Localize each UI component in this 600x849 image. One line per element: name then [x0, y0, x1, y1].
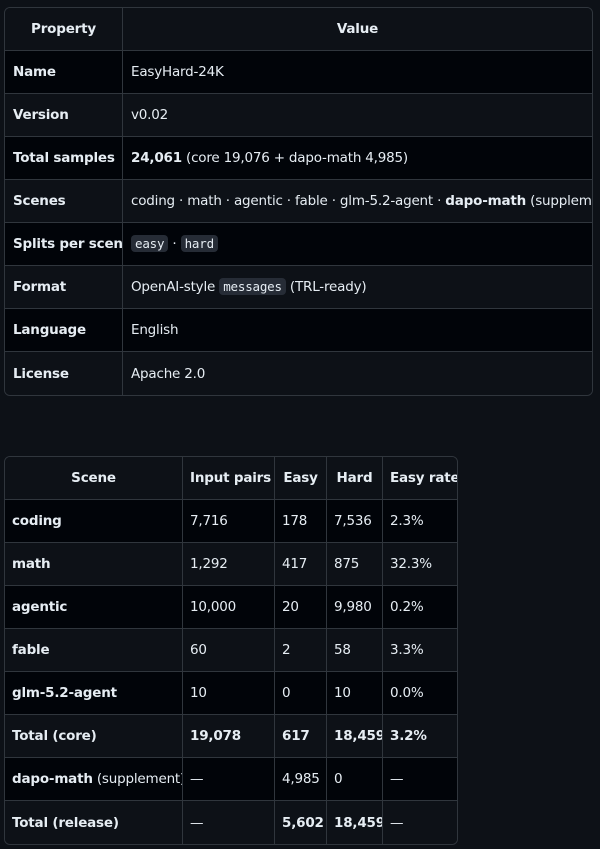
easy-cell: 178 [275, 500, 327, 543]
hard-cell: 875 [327, 543, 383, 586]
scenes-list: coding · math · agentic · fable · glm-5.… [131, 193, 446, 209]
split-hard-code: hard [180, 235, 218, 252]
hard-cell: 58 [327, 629, 383, 672]
hard-cell: 0 [327, 758, 383, 801]
split-easy-code: easy [131, 235, 169, 252]
input-pairs-cell: 60 [183, 629, 275, 672]
table-row: coding 7,716 178 7,536 2.3% [5, 500, 457, 543]
table-row: glm-5.2-agent 10 0 10 0.0% [5, 672, 457, 715]
property-key: Language [5, 309, 123, 352]
property-value: Apache 2.0 [123, 352, 592, 395]
easy-rate-cell: — [383, 758, 457, 801]
table-row: agentic 10,000 20 9,980 0.2% [5, 586, 457, 629]
format-messages-code: messages [219, 278, 286, 295]
total-samples-breakdown: (core 19,076 + dapo-math 4,985) [181, 150, 408, 166]
easy-cell: 20 [275, 586, 327, 629]
table-row: math 1,292 417 875 32.3% [5, 543, 457, 586]
table-header-row: Scene Input pairs Easy Hard Easy rate [5, 457, 457, 500]
column-header-scene: Scene [5, 457, 183, 500]
scene-name: Total (release) [5, 801, 183, 844]
property-value: 24,061 (core 19,076 + dapo-math 4,985) [123, 137, 592, 180]
table-row: Total samples 24,061 (core 19,076 + dapo… [5, 137, 592, 180]
total-samples-count: 24,061 [131, 150, 182, 166]
easy-cell: 5,602 [275, 801, 327, 844]
table-row: Version v0.02 [5, 94, 592, 137]
easy-cell: 2 [275, 629, 327, 672]
property-key: Total samples [5, 137, 123, 180]
column-header-hard: Hard [327, 457, 383, 500]
property-key: Name [5, 51, 123, 94]
input-pairs-cell: 10,000 [183, 586, 275, 629]
property-key: Format [5, 266, 123, 309]
easy-rate-cell: 3.3% [383, 629, 457, 672]
input-pairs-cell: 7,716 [183, 500, 275, 543]
scene-stats-table: Scene Input pairs Easy Hard Easy rate co… [4, 456, 458, 845]
scene-name: Total (core) [5, 715, 183, 758]
format-suffix: (TRL-ready) [285, 279, 367, 295]
scene-name: coding [5, 500, 183, 543]
input-pairs-cell: — [183, 758, 275, 801]
easy-cell: 0 [275, 672, 327, 715]
table-row: License Apache 2.0 [5, 352, 592, 395]
scene-name: math [5, 543, 183, 586]
format-prefix: OpenAI-style [131, 279, 220, 295]
supplement-note: (supplement) [530, 193, 592, 209]
easy-rate-cell: 2.3% [383, 500, 457, 543]
scene-note: (supplement) [92, 771, 183, 787]
input-pairs-cell: 19,078 [183, 715, 275, 758]
property-value: English [123, 309, 592, 352]
table-row: Name EasyHard-24K [5, 51, 592, 94]
scene-name: glm-5.2-agent [5, 672, 183, 715]
property-key: Version [5, 94, 123, 137]
supplement-scene: dapo-math [445, 193, 527, 209]
easy-rate-cell: 3.2% [383, 715, 457, 758]
easy-cell: 417 [275, 543, 327, 586]
input-pairs-cell: 10 [183, 672, 275, 715]
hard-cell: 9,980 [327, 586, 383, 629]
hard-cell: 10 [327, 672, 383, 715]
property-value: v0.02 [123, 94, 592, 137]
dataset-properties-table: Property Value Name EasyHard-24K Version… [4, 7, 593, 396]
easy-rate-cell: — [383, 801, 457, 844]
property-key: Scenes [5, 180, 123, 223]
scene-name: fable [5, 629, 183, 672]
scene-name-cell: dapo-math (supplement) [5, 758, 183, 801]
scene-name: agentic [5, 586, 183, 629]
easy-rate-cell: 0.0% [383, 672, 457, 715]
hard-cell: 7,536 [327, 500, 383, 543]
table-row: dapo-math (supplement) — 4,985 0 — [5, 758, 457, 801]
table-row-total-core: Total (core) 19,078 617 18,459 3.2% [5, 715, 457, 758]
column-header-easy: Easy [275, 457, 327, 500]
table-row-total-release: Total (release) — 5,602 18,459 — [5, 801, 457, 844]
easy-cell: 4,985 [275, 758, 327, 801]
table-header-row: Property Value [5, 8, 592, 51]
table-row: Splits per scene easy · hard [5, 223, 592, 266]
column-header-input-pairs: Input pairs [183, 457, 275, 500]
column-header-property: Property [5, 8, 123, 51]
column-header-value: Value [123, 8, 592, 51]
easy-cell: 617 [275, 715, 327, 758]
table-row: fable 60 2 58 3.3% [5, 629, 457, 672]
hard-cell: 18,459 [327, 801, 383, 844]
column-header-easy-rate: Easy rate [383, 457, 457, 500]
property-value: coding · math · agentic · fable · glm-5.… [123, 180, 592, 223]
table-row: Format OpenAI-style messages (TRL-ready) [5, 266, 592, 309]
property-value: EasyHard-24K [123, 51, 592, 94]
table-row: Language English [5, 309, 592, 352]
table-row: Scenes coding · math · agentic · fable ·… [5, 180, 592, 223]
hard-cell: 18,459 [327, 715, 383, 758]
property-value: easy · hard [123, 223, 592, 266]
easy-rate-cell: 0.2% [383, 586, 457, 629]
easy-rate-cell: 32.3% [383, 543, 457, 586]
property-key: Splits per scene [5, 223, 123, 266]
input-pairs-cell: — [183, 801, 275, 844]
property-value: OpenAI-style messages (TRL-ready) [123, 266, 592, 309]
split-separator: · [168, 236, 181, 252]
scene-name: dapo-math [12, 771, 93, 787]
property-key: License [5, 352, 123, 395]
input-pairs-cell: 1,292 [183, 543, 275, 586]
